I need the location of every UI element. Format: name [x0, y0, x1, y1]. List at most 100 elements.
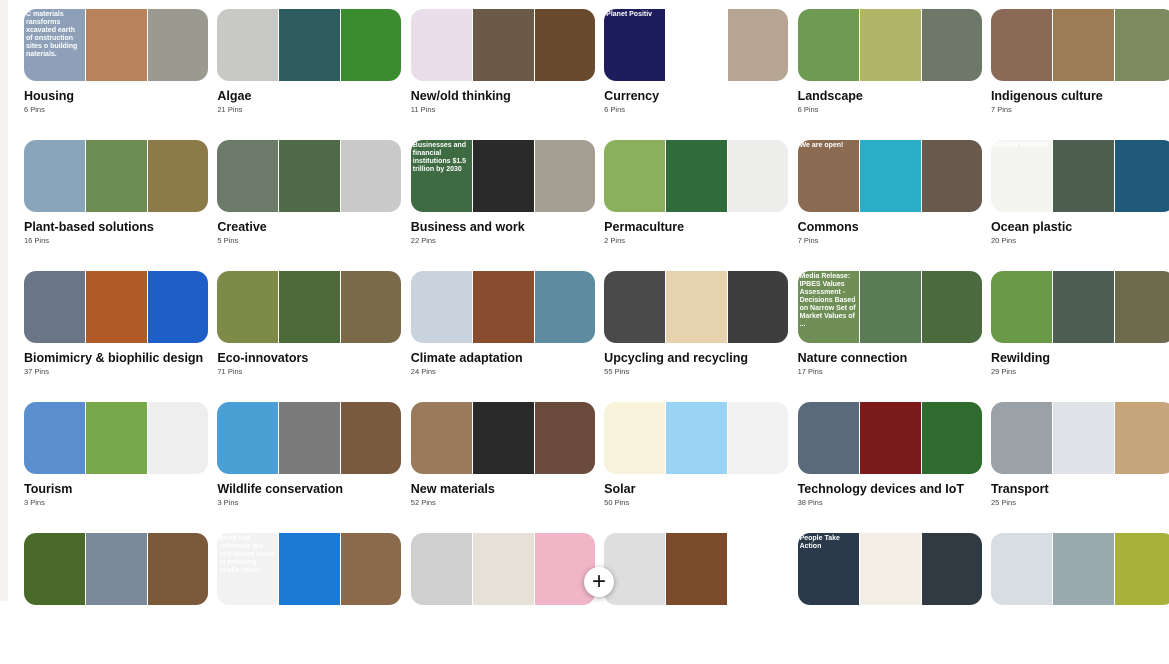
board-cover[interactable] [990, 533, 1169, 605]
board-cover[interactable] [24, 271, 208, 343]
board-card[interactable] [990, 533, 1169, 664]
board-card[interactable]: Permaculture 2 Pins [604, 140, 789, 271]
board-card[interactable]: Eco-innovators 71 Pins [217, 271, 402, 402]
board-cover-image [86, 140, 147, 212]
board-title[interactable]: Commons [798, 220, 982, 234]
board-title[interactable]: Currency [604, 89, 788, 103]
board-cover[interactable]: Businesses and financial institutions $1… [410, 140, 595, 212]
board-card[interactable]: Transport 25 Pins [990, 402, 1169, 533]
board-pin-count: 55 Pins [604, 367, 630, 376]
board-title[interactable]: Solar [604, 482, 788, 496]
board-cover[interactable] [604, 271, 789, 343]
board-cover-image [217, 402, 279, 474]
board-title[interactable]: Wildlife conservation [217, 482, 401, 496]
board-card[interactable]: Media Release: IPBES Values Assessment -… [797, 271, 982, 402]
board-card[interactable]: Plant-based solutions 16 Pins [24, 140, 208, 271]
board-cover[interactable] [410, 271, 595, 343]
board-cover-image [1052, 9, 1114, 81]
board-cover[interactable] [410, 402, 595, 474]
create-button[interactable]: + [584, 567, 614, 597]
board-card[interactable]: Upcycling and recycling 55 Pins [604, 271, 789, 402]
board-card[interactable]: People Take Action [797, 533, 982, 664]
board-card[interactable]: Indigenous culture 7 Pins [990, 9, 1169, 140]
board-card[interactable]: Tourism 3 Pins [24, 402, 208, 533]
board-cover[interactable]: People Take Action [797, 533, 982, 605]
board-card[interactable] [24, 533, 208, 664]
board-title[interactable]: Indigenous culture [991, 89, 1169, 103]
board-cover[interactable] [990, 271, 1169, 343]
board-cover[interactable] [410, 533, 595, 605]
board-cover-image [728, 402, 789, 474]
board-card[interactable]: Technology devices and IoT 38 Pins [797, 402, 982, 533]
board-card[interactable]: C materials ransforms xcavated earth of … [24, 9, 208, 140]
board-title[interactable]: Permaculture [604, 220, 788, 234]
board-cover[interactable]: We are open! [797, 140, 982, 212]
board-cover-image [472, 533, 534, 605]
board-cover-image [534, 9, 595, 81]
board-cover[interactable] [797, 9, 982, 81]
board-title[interactable]: Technology devices and IoT [798, 482, 982, 496]
board-cover[interactable]: GREEN WORMS [990, 140, 1169, 212]
board-title[interactable]: Creative [217, 220, 401, 234]
board-title[interactable]: Business and work [411, 220, 595, 234]
board-cover[interactable] [24, 140, 208, 212]
board-title[interactable]: Eco-innovators [217, 351, 401, 365]
board-cover[interactable] [217, 271, 402, 343]
board-card[interactable]: New/old thinking 11 Pins [410, 9, 595, 140]
board-cover-image [217, 271, 279, 343]
board-title[interactable]: Upcycling and recycling [604, 351, 788, 365]
board-cover-image: Businesses and financial institutions $1… [410, 140, 472, 212]
board-cover[interactable] [217, 9, 402, 81]
board-title[interactable]: New/old thinking [411, 89, 595, 103]
board-cover-image [279, 402, 341, 474]
board-cover[interactable] [604, 533, 789, 605]
board-cover[interactable]: Media Release: IPBES Values Assessment -… [797, 271, 982, 343]
board-cover[interactable] [24, 533, 208, 605]
board-cover[interactable]: aring ical reference gui nity-based solu… [217, 533, 402, 605]
board-cover-image [728, 533, 789, 605]
board-title[interactable]: Climate adaptation [411, 351, 595, 365]
board-title[interactable]: Plant-based solutions [24, 220, 208, 234]
board-cover[interactable] [604, 140, 789, 212]
board-card[interactable]: Creative 5 Pins [217, 140, 402, 271]
board-title[interactable]: Rewilding [991, 351, 1169, 365]
board-cover[interactable]: C materials ransforms xcavated earth of … [24, 9, 208, 81]
board-cover[interactable] [24, 402, 208, 474]
board-title[interactable]: Transport [991, 482, 1169, 496]
board-cover[interactable] [604, 402, 789, 474]
board-card[interactable]: We are open! Commons 7 Pins [797, 140, 982, 271]
board-cover-image [797, 402, 859, 474]
board-title[interactable]: Housing [24, 89, 208, 103]
board-cover[interactable] [410, 9, 595, 81]
board-pin-count: 16 Pins [24, 236, 50, 245]
board-card[interactable]: aring ical reference gui nity-based solu… [217, 533, 402, 664]
board-card[interactable]: Climate adaptation 24 Pins [410, 271, 595, 402]
board-title[interactable]: Biomimicry & biophilic design [24, 351, 208, 365]
board-card[interactable]: New materials 52 Pins [410, 402, 595, 533]
board-card[interactable]: Biomimicry & biophilic design 37 Pins [24, 271, 208, 402]
board-card[interactable]: Businesses and financial institutions $1… [410, 140, 595, 271]
board-card[interactable]: GREEN WORMS Ocean plastic 20 Pins [990, 140, 1169, 271]
board-cover[interactable] [990, 9, 1169, 81]
board-title[interactable]: Nature connection [798, 351, 982, 365]
board-card[interactable]: Rewilding 29 Pins [990, 271, 1169, 402]
board-title[interactable]: Landscape [798, 89, 982, 103]
board-title[interactable]: Ocean plastic [991, 220, 1169, 234]
board-cover[interactable] [797, 402, 982, 474]
board-cover[interactable] [217, 140, 402, 212]
board-card[interactable] [410, 533, 595, 664]
board-title[interactable]: Algae [217, 89, 401, 103]
board-card[interactable]: Algae 21 Pins [217, 9, 402, 140]
board-title[interactable]: Tourism [24, 482, 208, 496]
board-title[interactable]: New materials [411, 482, 595, 496]
board-card[interactable]: Solar 50 Pins [604, 402, 789, 533]
board-card[interactable]: Wildlife conservation 3 Pins [217, 402, 402, 533]
board-cover[interactable] [217, 402, 402, 474]
board-card[interactable]: Planet Positiv Currency 6 Pins [604, 9, 789, 140]
board-cover[interactable]: Planet Positiv [604, 9, 789, 81]
sidebar-edge [0, 0, 8, 601]
board-cover[interactable] [990, 402, 1169, 474]
board-card[interactable]: Landscape 6 Pins [797, 9, 982, 140]
board-card[interactable] [604, 533, 789, 664]
board-cover-image [604, 533, 666, 605]
